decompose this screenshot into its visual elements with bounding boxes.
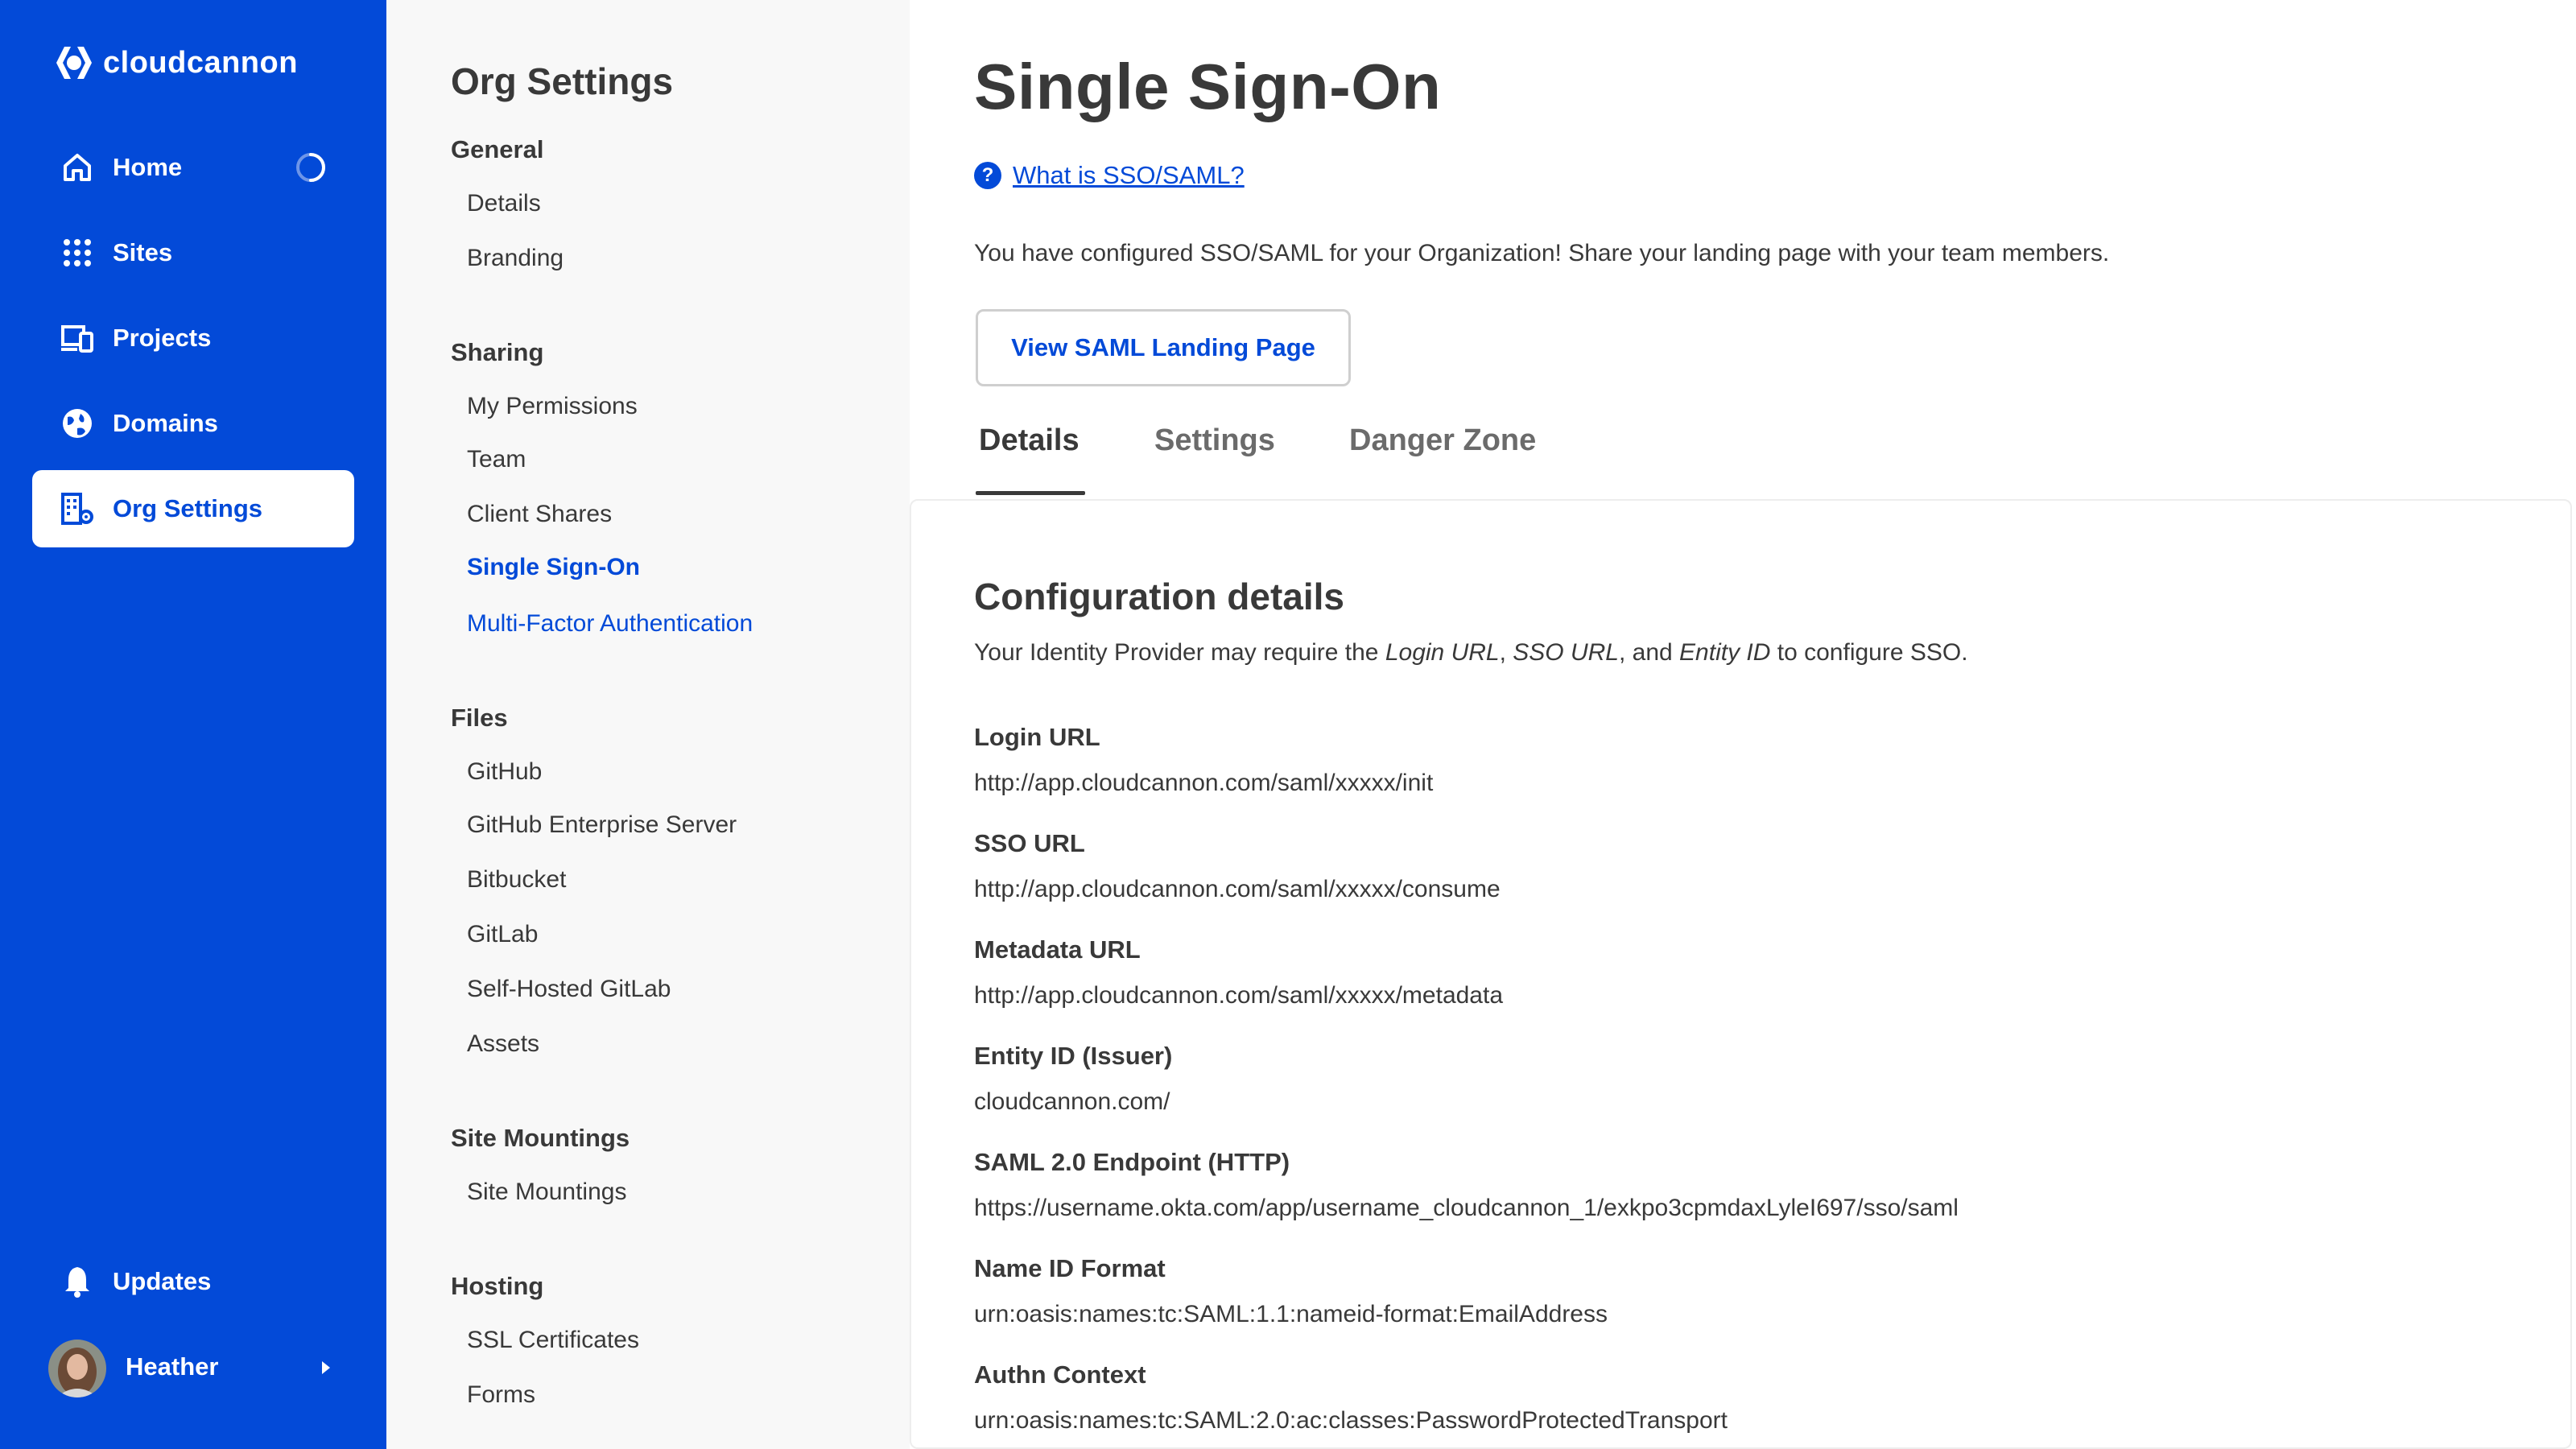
subnav-link-assets[interactable]: Assets [467, 1030, 539, 1058]
sidebar-item-projects[interactable]: Projects [32, 299, 354, 377]
group-heading-site-mountings: Site Mountings [451, 1124, 630, 1152]
what-is-sso-link[interactable]: What is SSO/SAML? [1013, 161, 1245, 190]
field-label-login-url: Login URL [974, 723, 1100, 751]
grid-dots-icon [64, 239, 91, 266]
view-saml-landing-page-button[interactable]: View SAML Landing Page [976, 309, 1351, 386]
field-value-login-url[interactable]: http://app.cloudcannon.com/saml/xxxxx/in… [974, 770, 1433, 797]
sidebar-item-home[interactable]: Home [32, 129, 354, 206]
subnav-link-details[interactable]: Details [467, 190, 541, 217]
group-heading-files: Files [451, 704, 508, 732]
tab-details[interactable]: Details [979, 423, 1080, 458]
page-title: Single Sign-On [974, 51, 1442, 122]
subnav-link-bitbucket[interactable]: Bitbucket [467, 866, 566, 894]
tab-settings[interactable]: Settings [1154, 423, 1275, 458]
sidebar-item-label: Domains [113, 409, 218, 437]
active-tab-indicator [976, 491, 1085, 495]
subnav-link-site-mountings[interactable]: Site Mountings [467, 1179, 626, 1206]
field-label-authn-context: Authn Context [974, 1360, 1146, 1389]
field-label-saml-endpoint: SAML 2.0 Endpoint (HTTP) [974, 1148, 1290, 1176]
avatar[interactable] [48, 1340, 106, 1397]
question-circle-icon: ? [974, 162, 1001, 189]
brand-name: cloudcannon [103, 45, 298, 80]
main-sidebar: cloudcannon Home Sites Projects Domains … [0, 0, 386, 1449]
sidebar-item-label: Home [113, 153, 183, 181]
desc-sso-url: SSO URL [1513, 639, 1619, 666]
bell-icon [65, 1267, 89, 1298]
subnav-link-my-permissions[interactable]: My Permissions [467, 393, 638, 420]
desc-suffix: to configure SSO. [1770, 639, 1968, 666]
user-name[interactable]: Heather [126, 1352, 218, 1381]
section-description: Your Identity Provider may require the L… [974, 639, 1968, 667]
subnav-link-github-enterprise-server[interactable]: GitHub Enterprise Server [467, 811, 737, 839]
field-value-metadata-url[interactable]: http://app.cloudcannon.com/saml/xxxxx/me… [974, 982, 1503, 1009]
field-label-sso-url: SSO URL [974, 829, 1085, 857]
desc-prefix: Your Identity Provider may require the [974, 639, 1385, 666]
subnav-link-team[interactable]: Team [467, 446, 526, 473]
group-heading-hosting: Hosting [451, 1272, 544, 1300]
devices-icon [61, 325, 93, 353]
subnav-link-ssl-certificates[interactable]: SSL Certificates [467, 1327, 639, 1354]
field-label-entity-id: Entity ID (Issuer) [974, 1042, 1173, 1070]
subnav-link-self-hosted-gitlab[interactable]: Self-Hosted GitLab [467, 976, 671, 1003]
group-heading-general: General [451, 135, 544, 163]
globe-icon [63, 409, 92, 438]
help-link-row[interactable]: ? What is SSO/SAML? [974, 161, 1245, 190]
loading-spinner-icon [296, 153, 325, 182]
subnav-link-github[interactable]: GitHub [467, 758, 542, 786]
field-label-name-id-format: Name ID Format [974, 1254, 1166, 1282]
subnav-link-branding[interactable]: Branding [467, 245, 564, 272]
desc-login-url: Login URL [1385, 639, 1500, 666]
field-value-sso-url[interactable]: http://app.cloudcannon.com/saml/xxxxx/co… [974, 876, 1501, 903]
caret-right-icon[interactable] [319, 1359, 333, 1377]
sidebar-item-label: Org Settings [113, 494, 263, 522]
field-value-entity-id[interactable]: cloudcannon.com/ [974, 1088, 1170, 1116]
configured-message: You have configured SSO/SAML for your Or… [974, 240, 2110, 266]
desc-separator: , and [1618, 639, 1680, 666]
section-title: Configuration details [974, 576, 1344, 617]
sidebar-item-label: Updates [113, 1267, 212, 1295]
cloudcannon-logo-icon [56, 47, 92, 79]
field-value-name-id-format[interactable]: urn:oasis:names:tc:SAML:1.1:nameid-forma… [974, 1301, 1608, 1328]
subnav-link-multi-factor-authentication[interactable]: Multi-Factor Authentication [467, 610, 753, 638]
user-avatar-image [48, 1340, 106, 1397]
cloudcannon-logo[interactable]: cloudcannon [52, 42, 298, 84]
sidebar-item-updates[interactable]: Updates [32, 1243, 354, 1320]
sidebar-item-label: Projects [113, 324, 212, 352]
sidebar-item-domains[interactable]: Domains [32, 385, 354, 462]
sidebar-item-org-settings[interactable]: Org Settings [32, 470, 354, 547]
sidebar-item-sites[interactable]: Sites [32, 214, 354, 291]
main-content: Single Sign-On ? What is SSO/SAML? You h… [910, 0, 2576, 1449]
field-value-authn-context[interactable]: urn:oasis:names:tc:SAML:2.0:ac:classes:P… [974, 1407, 1728, 1435]
subnav-link-forms[interactable]: Forms [467, 1381, 535, 1409]
org-settings-icon [61, 493, 93, 525]
desc-separator: , [1499, 639, 1513, 666]
subnav-title: Org Settings [451, 60, 674, 102]
field-label-metadata-url: Metadata URL [974, 935, 1141, 964]
sidebar-item-label: Sites [113, 238, 173, 266]
home-icon [64, 154, 91, 181]
subnav-link-single-sign-on[interactable]: Single Sign-On [467, 554, 640, 581]
group-heading-sharing: Sharing [451, 338, 544, 366]
subnav-link-client-shares[interactable]: Client Shares [467, 501, 612, 528]
org-settings-nav: Org Settings General Details Branding Sh… [386, 0, 910, 1449]
field-value-saml-endpoint[interactable]: https://username.okta.com/app/username_c… [974, 1195, 1959, 1222]
subnav-link-gitlab[interactable]: GitLab [467, 921, 538, 948]
desc-entity-id: Entity ID [1679, 639, 1771, 666]
tab-danger-zone[interactable]: Danger Zone [1349, 423, 1536, 458]
